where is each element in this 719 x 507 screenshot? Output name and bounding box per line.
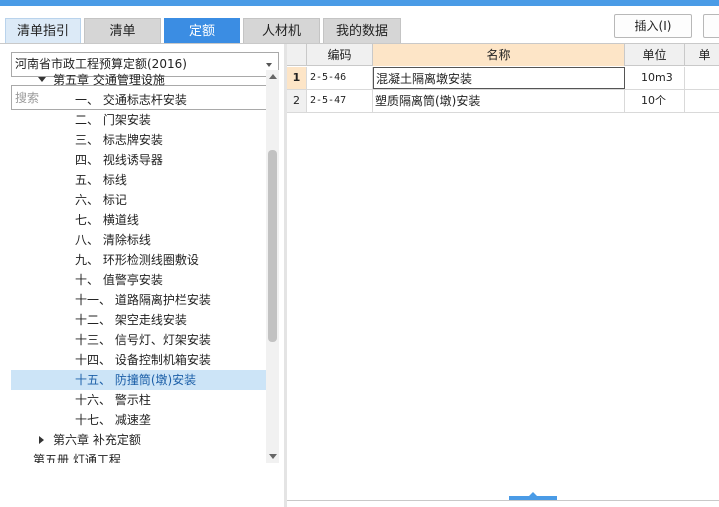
tree-item-label: 第五章 交通管理设施: [53, 73, 165, 87]
tree-item-label: 十三、 信号灯、灯架安装: [75, 333, 211, 347]
chevron-up-icon: [529, 492, 537, 496]
tab-my-data[interactable]: 我的数据: [323, 18, 401, 44]
collapse-panel-grip[interactable]: [509, 492, 557, 500]
table-row[interactable]: 1 2-5-46 混凝土隔离墩安装 10m3: [287, 67, 719, 90]
tree-item-label: 十一、 道路隔离护栏安装: [75, 293, 211, 307]
tab-list[interactable]: 清单: [84, 18, 161, 44]
tree-item[interactable]: 五、 标线: [11, 170, 266, 190]
quota-name[interactable]: 塑质隔离筒(墩)安装: [373, 90, 625, 112]
tree-item[interactable]: 第五册 灯通工程: [11, 450, 266, 463]
scroll-down-icon[interactable]: [269, 454, 277, 459]
tree-item-label: 二、 门架安装: [75, 113, 151, 127]
tab-list-guide[interactable]: 清单指引: [5, 18, 81, 44]
tree-item[interactable]: 十七、 减速垄: [11, 410, 266, 430]
tree-chapter[interactable]: 第六章 补充定额: [11, 430, 266, 450]
tree-item-label: 三、 标志牌安装: [75, 133, 163, 147]
tree-item-label: 七、 横道线: [75, 213, 139, 227]
tree-item-label: 五、 标线: [75, 173, 127, 187]
tree-item[interactable]: 七、 横道线: [11, 210, 266, 230]
tree-item-label: 第五册 灯通工程: [33, 453, 121, 463]
tree-item-label: 十、 值警亭安装: [75, 273, 163, 287]
tree-item[interactable]: 十五、 防撞筒(墩)安装: [11, 370, 266, 390]
tree-item[interactable]: 一、 交通标志杆安装: [11, 90, 266, 110]
tree-item[interactable]: 十四、 设备控制机箱安装: [11, 350, 266, 370]
tree-item[interactable]: 十六、 警示柱: [11, 390, 266, 410]
tab-bar: 清单指引 清单 定额 人材机 我的数据: [0, 14, 719, 44]
quota-unit[interactable]: 10个: [625, 90, 685, 112]
top-accent-bar: [0, 0, 719, 6]
tab-labor-material-machine[interactable]: 人材机: [243, 18, 320, 44]
header-row-number: [287, 44, 307, 66]
tree-item[interactable]: 六、 标记: [11, 190, 266, 210]
tree-item[interactable]: 十二、 架空走线安装: [11, 310, 266, 330]
tree-item[interactable]: 三、 标志牌安装: [11, 130, 266, 150]
tree-item-label: 四、 视线诱导器: [75, 153, 163, 167]
tree-item-label: 十二、 架空走线安装: [75, 313, 187, 327]
tree-item[interactable]: 十一、 道路隔离护栏安装: [11, 290, 266, 310]
tree-chapter[interactable]: 第五章 交通管理设施: [11, 70, 266, 90]
tree-item-label: 六、 标记: [75, 193, 127, 207]
grid-bottom-border: [287, 500, 719, 501]
quota-name[interactable]: 混凝土隔离墩安装: [373, 67, 625, 89]
collapse-triangle-icon[interactable]: [39, 436, 44, 444]
tree-scrollbar[interactable]: [266, 70, 279, 463]
quota-price[interactable]: [685, 67, 719, 89]
scrollbar-thumb[interactable]: [268, 150, 277, 342]
quota-code[interactable]: 2-5-47: [307, 90, 373, 112]
tree-item[interactable]: 十、 值警亭安装: [11, 270, 266, 290]
scroll-up-icon[interactable]: [269, 74, 277, 79]
quota-code[interactable]: 2-5-46: [307, 67, 373, 89]
tree-item[interactable]: 二、 门架安装: [11, 110, 266, 130]
tree-item[interactable]: 四、 视线诱导器: [11, 150, 266, 170]
grid-header: 编码 名称 单位 单: [287, 44, 719, 66]
tab-quota[interactable]: 定额: [164, 18, 240, 44]
tree-item-label: 一、 交通标志杆安装: [75, 93, 187, 107]
row-number: 2: [287, 90, 307, 112]
table-row[interactable]: 2 2-5-47 塑质隔离筒(墩)安装 10个: [287, 90, 719, 113]
chapter-tree: 第五章 交通管理设施一、 交通标志杆安装 二、 门架安装 三、 标志牌安装 四、 视线…: [11, 70, 266, 463]
quota-unit[interactable]: 10m3: [625, 67, 685, 89]
tree-item-label: 八、 清除标线: [75, 233, 151, 247]
tree-item-label: 十七、 减速垄: [75, 413, 151, 427]
chevron-down-icon: [266, 63, 272, 67]
row-number: 1: [287, 67, 307, 89]
header-name[interactable]: 名称: [373, 44, 625, 66]
tree-item-label: 第六章 补充定额: [53, 433, 141, 447]
quota-library-value: 河南省市政工程预算定额(2016): [15, 57, 187, 71]
header-code[interactable]: 编码: [307, 44, 373, 66]
tree-item[interactable]: 八、 清除标线: [11, 230, 266, 250]
quota-grid: 编码 名称 单位 单 1 2-5-46 混凝土隔离墩安装 10m3 2 2-5-47 塑质隔…: [287, 44, 719, 507]
insert-button[interactable]: 插入(I): [614, 14, 692, 38]
replace-button[interactable]: [703, 14, 719, 38]
tree-item[interactable]: 九、 环形检测线圈敷设: [11, 250, 266, 270]
tree-item-label: 十六、 警示柱: [75, 393, 151, 407]
header-unit[interactable]: 单位: [625, 44, 685, 66]
tree-item-label: 十五、 防撞筒(墩)安装: [75, 373, 197, 387]
quota-price[interactable]: [685, 90, 719, 112]
tree-item[interactable]: 十三、 信号灯、灯架安装: [11, 330, 266, 350]
tree-item-label: 十四、 设备控制机箱安装: [75, 353, 211, 367]
tree-item-label: 九、 环形检测线圈敷设: [75, 253, 199, 267]
expand-triangle-icon[interactable]: [38, 77, 46, 82]
header-price[interactable]: 单: [685, 44, 719, 66]
